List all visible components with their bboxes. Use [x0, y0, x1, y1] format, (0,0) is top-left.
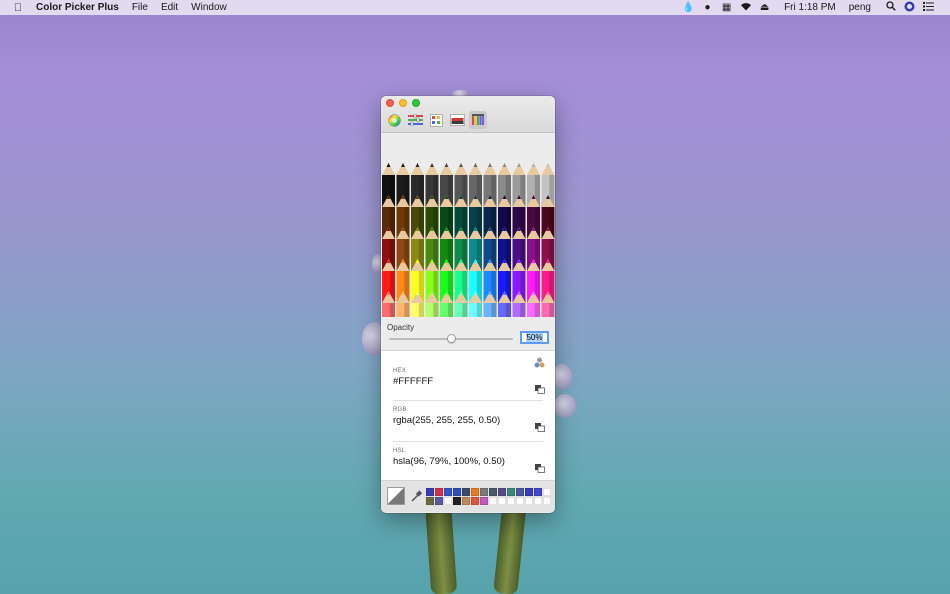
- separator: [393, 400, 543, 401]
- swatch-cell[interactable]: [453, 497, 461, 505]
- swatch-cell[interactable]: [489, 497, 497, 505]
- pencils-panel[interactable]: [381, 133, 555, 317]
- opacity-slider[interactable]: [389, 334, 513, 343]
- user-menu[interactable]: peng: [849, 2, 871, 13]
- menu-file[interactable]: File: [132, 2, 148, 13]
- swatch-cell[interactable]: [426, 497, 434, 505]
- swatch-grid: [426, 488, 551, 505]
- separator: [393, 441, 543, 442]
- hsl-row: HSL hsla(96, 79%, 100%, 0.50): [393, 448, 543, 467]
- clock[interactable]: Fri 1:18 PM: [784, 2, 836, 13]
- swatch-cell[interactable]: [489, 488, 497, 496]
- swatch-cell[interactable]: [435, 497, 443, 505]
- swatch-cell[interactable]: [471, 497, 479, 505]
- swatch-cell[interactable]: [498, 488, 506, 496]
- close-button[interactable]: [386, 99, 394, 107]
- hex-row: HEX #FFFFFF: [393, 368, 543, 387]
- swatch-cell[interactable]: [498, 497, 506, 505]
- color-picker-window: Opacity 50% HEX #FFFFFF RGB rgba(255, 25…: [381, 96, 555, 513]
- flower-petal: [554, 394, 576, 418]
- copy-hsl-icon[interactable]: [535, 460, 545, 473]
- search-icon[interactable]: [881, 1, 900, 14]
- swatch-cell[interactable]: [480, 488, 488, 496]
- flower-stem-right: [493, 499, 527, 594]
- swatch-cell[interactable]: [543, 497, 551, 505]
- title-bar[interactable]: [381, 96, 555, 133]
- swatch-cell[interactable]: [426, 488, 434, 496]
- rgb-value[interactable]: rgba(255, 255, 255, 0.50): [393, 415, 543, 426]
- apple-icon[interactable]: : [0, 2, 36, 14]
- wifi-icon[interactable]: [736, 2, 755, 14]
- flower-stem-left: [424, 499, 458, 594]
- copy-hex-icon[interactable]: [535, 381, 545, 394]
- swatch-cell[interactable]: [516, 488, 524, 496]
- hsl-label: HSL: [393, 448, 406, 454]
- swatch-cell[interactable]: [507, 497, 515, 505]
- swatch-cell[interactable]: [516, 497, 524, 505]
- swatch-cell[interactable]: [462, 497, 470, 505]
- hsl-value[interactable]: hsla(96, 79%, 100%, 0.50): [393, 456, 543, 467]
- swatch-cell[interactable]: [543, 488, 551, 496]
- swatch-cell[interactable]: [480, 497, 488, 505]
- swatch-cell[interactable]: [462, 488, 470, 496]
- swatch-cell[interactable]: [507, 488, 515, 496]
- hex-value[interactable]: #FFFFFF: [393, 376, 543, 387]
- opacity-field[interactable]: 50%: [520, 331, 549, 344]
- sliders-icon[interactable]: [406, 111, 424, 129]
- drop-filled-icon[interactable]: ●: [698, 2, 717, 13]
- rgb-label: RGB: [393, 407, 407, 413]
- palettes-icon[interactable]: [427, 111, 445, 129]
- swatch-cell[interactable]: [444, 497, 452, 505]
- menu-window[interactable]: Window: [191, 2, 227, 13]
- grid-icon[interactable]: ▦: [717, 2, 736, 13]
- color-wheel-icon[interactable]: [385, 111, 403, 129]
- copy-rgb-icon[interactable]: [535, 419, 545, 432]
- swatch-cell[interactable]: [534, 488, 542, 496]
- app-menu[interactable]: Color Picker Plus: [36, 2, 119, 13]
- rgb-row: RGB rgba(255, 255, 255, 0.50): [393, 407, 543, 426]
- siri-icon[interactable]: [900, 1, 919, 15]
- notification-center-icon[interactable]: [919, 1, 938, 14]
- swatch-bar: [381, 481, 555, 512]
- swatch-cell[interactable]: [444, 488, 452, 496]
- color-values-panel: HEX #FFFFFF RGB rgba(255, 255, 255, 0.50…: [381, 351, 555, 481]
- swatch-cell[interactable]: [435, 488, 443, 496]
- picker-mode-toolbar: [385, 111, 487, 129]
- zoom-button[interactable]: [412, 99, 420, 107]
- drop-icon[interactable]: 💧: [679, 2, 698, 13]
- swatch-cell[interactable]: [471, 488, 479, 496]
- swatch-cell[interactable]: [525, 497, 533, 505]
- eyedropper-icon[interactable]: [411, 489, 423, 507]
- hex-label: HEX: [393, 368, 406, 374]
- flower-petal: [552, 364, 572, 390]
- eject-icon[interactable]: ⏏: [755, 2, 774, 13]
- swatch-cell[interactable]: [453, 488, 461, 496]
- image-palette-icon[interactable]: [448, 111, 466, 129]
- minimize-button[interactable]: [399, 99, 407, 107]
- swatch-cell[interactable]: [525, 488, 533, 496]
- pencils-drawing[interactable]: [381, 133, 555, 317]
- pencils-icon[interactable]: [469, 111, 487, 129]
- swatch-cell[interactable]: [534, 497, 542, 505]
- current-color-well[interactable]: [387, 487, 405, 505]
- menu-edit[interactable]: Edit: [161, 2, 178, 13]
- menu-bar:  Color Picker Plus File Edit Window 💧 ●…: [0, 0, 950, 15]
- opacity-slider-knob[interactable]: [446, 334, 456, 343]
- opacity-section: Opacity 50%: [381, 317, 555, 351]
